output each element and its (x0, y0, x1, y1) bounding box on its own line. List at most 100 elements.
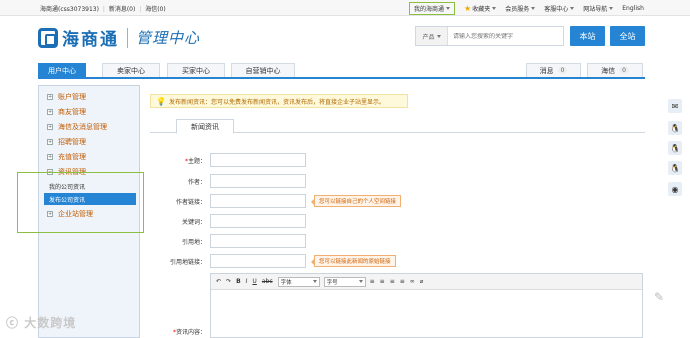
main-nav: 用户中心 卖家中心 买家中心 自营销中心 消息 0 海信 0 (38, 63, 645, 79)
my-site-menu[interactable]: 我的海商通 (409, 2, 456, 15)
logo-subtitle: 管理中心 (136, 29, 201, 47)
bold-icon[interactable]: B (236, 278, 241, 285)
trade-count-badge: 0 (619, 67, 629, 74)
unlink-icon[interactable]: ⌀ (420, 278, 424, 285)
redo-icon[interactable]: ↷ (226, 278, 231, 285)
expand-icon: + (47, 124, 53, 130)
italic-icon[interactable]: I (246, 278, 248, 285)
english-link[interactable]: English (622, 5, 644, 12)
author-input[interactable] (210, 174, 306, 188)
strikethrough-icon[interactable]: abc (262, 278, 273, 285)
search-category-select[interactable]: 产品 (416, 27, 448, 45)
sidebar-item-account[interactable]: + 账户管理 (47, 92, 86, 102)
tab-user-center[interactable]: 用户中心 (38, 63, 86, 77)
tab-news[interactable]: 新闻资讯 (176, 119, 234, 134)
author-link-input[interactable] (210, 194, 306, 208)
sidebar-item-recharge[interactable]: + 充值管理 (47, 152, 86, 162)
search-box: 产品 (415, 26, 564, 46)
logo-mark-icon (38, 27, 58, 48)
account-link[interactable]: 海商通(css3073913) (40, 6, 99, 13)
font-size-select[interactable]: 字号 (323, 276, 366, 287)
favorites-label: 收藏夹 (472, 6, 491, 13)
content-label: *资讯内容： (150, 327, 206, 336)
source-link-input[interactable] (210, 254, 306, 268)
lightbulb-icon: 💡 (156, 96, 166, 106)
tab-trade-messages[interactable]: 海信 0 (587, 63, 643, 77)
title-label-text: 主题： (187, 158, 206, 165)
source-link-label: 引用地链接： (169, 259, 206, 266)
messages-count-badge: 0 (557, 67, 568, 74)
site-nav-label: 网站导航 (583, 6, 608, 13)
customer-service-label: 客服中心 (544, 6, 569, 13)
logo-name: 海商通 (62, 30, 119, 50)
tab-messages[interactable]: 消息 0 (526, 63, 581, 77)
expand-icon: + (47, 139, 53, 145)
content-tabs: 新闻资讯 (150, 118, 645, 134)
sidebar-item-label: 商友管理 (58, 108, 86, 116)
tab-seller-center[interactable]: 卖家中心 (102, 63, 160, 77)
search-all-button[interactable]: 全站 (610, 26, 645, 46)
chevron-down-icon (570, 7, 575, 10)
author-label: 作者： (187, 179, 206, 186)
pencil-icon[interactable]: ✎ (654, 290, 664, 304)
source-input[interactable] (210, 234, 306, 248)
english-label: English (622, 5, 644, 12)
top-bar-left: 海商通(css3073913) | 新消息(0) | 海信(0) (40, 4, 166, 13)
sidebar-item-label: 招聘管理 (58, 138, 86, 146)
title-label: *主题： (150, 156, 206, 165)
rich-text-editor[interactable]: ↶ ↷ B I U abc 字体 字号 ≡ ≡ ≡ ≡ ∞ ⌀ (210, 273, 643, 338)
align-center-icon[interactable]: ≡ (380, 278, 385, 285)
search-site-button[interactable]: 本站 (570, 26, 605, 46)
sidebar-item-recruitment[interactable]: + 招聘管理 (47, 137, 86, 147)
my-site-label: 我的海商通 (414, 6, 445, 13)
qq-icon[interactable]: 🐧 (668, 141, 682, 155)
editor-toolbar: ↶ ↷ B I U abc 字体 字号 ≡ ≡ ≡ ≡ ∞ ⌀ (211, 274, 642, 290)
underline-icon[interactable]: U (252, 278, 256, 285)
customer-service-menu[interactable]: 客服中心 (544, 4, 575, 13)
share-icon[interactable]: ✉ (668, 99, 682, 113)
link-icon[interactable]: ∞ (410, 278, 415, 285)
chevron-down-icon (609, 7, 614, 10)
justify-icon[interactable]: ≡ (400, 278, 405, 285)
keywords-input[interactable] (210, 214, 306, 228)
star-icon: ★ (464, 4, 472, 13)
chevron-down-icon (446, 7, 451, 10)
chevron-down-icon (436, 34, 441, 38)
content-label-text: 资讯内容： (175, 329, 206, 336)
sidebar-item-contacts[interactable]: + 商友管理 (47, 107, 86, 117)
logo[interactable]: 海商通 管理中心 (38, 25, 200, 50)
undo-icon[interactable]: ↶ (216, 278, 221, 285)
messages-label: 消息 (539, 66, 554, 75)
font-family-select[interactable]: 字体 (277, 276, 320, 287)
watermark: ⓒ 大数跨境 (6, 314, 76, 331)
member-service-label: 会员服务 (505, 6, 530, 13)
search-input[interactable] (448, 32, 558, 40)
sidebar-item-label: 充值管理 (58, 153, 86, 161)
expand-icon: + (47, 94, 53, 100)
title-input[interactable] (210, 153, 306, 167)
tab-buyer-center[interactable]: 买家中心 (167, 63, 225, 77)
sidebar-item-label: 海信及消息管理 (58, 123, 107, 131)
align-left-icon[interactable]: ≡ (370, 278, 375, 285)
chevron-down-icon (312, 280, 317, 283)
align-right-icon[interactable]: ≡ (390, 278, 395, 285)
sidebar-item-messages[interactable]: + 海信及消息管理 (47, 122, 107, 132)
separator: | (102, 6, 105, 13)
favorites-menu[interactable]: ★ 收藏夹 (464, 4, 497, 13)
highlight-box (17, 172, 144, 233)
qq-icon[interactable]: 🐧 (668, 161, 682, 175)
qq-icon[interactable]: 🐧 (668, 121, 682, 135)
watermark-logo-icon: ⓒ (6, 316, 20, 330)
trade-message-link[interactable]: 海信(0) (145, 6, 166, 13)
info-tip: 💡 发布新闻资讯：您可以免费发布新闻资讯，资讯发布后，将直接企业子站里显示。 (150, 94, 408, 108)
chevron-down-icon (358, 280, 363, 283)
member-service-menu[interactable]: 会员服务 (505, 4, 536, 13)
tip-text: 发布新闻资讯：您可以免费发布新闻资讯，资讯发布后，将直接企业子站里显示。 (168, 98, 385, 106)
expand-icon: + (47, 154, 53, 160)
keywords-label: 关键词： (181, 219, 206, 226)
tab-self-marketing[interactable]: 自营销中心 (231, 63, 295, 77)
globe-icon[interactable]: ◉ (668, 182, 682, 196)
trade-label: 海信 (601, 66, 616, 75)
new-message-link[interactable]: 新消息(0) (109, 6, 136, 13)
site-nav-menu[interactable]: 网站导航 (583, 4, 614, 13)
